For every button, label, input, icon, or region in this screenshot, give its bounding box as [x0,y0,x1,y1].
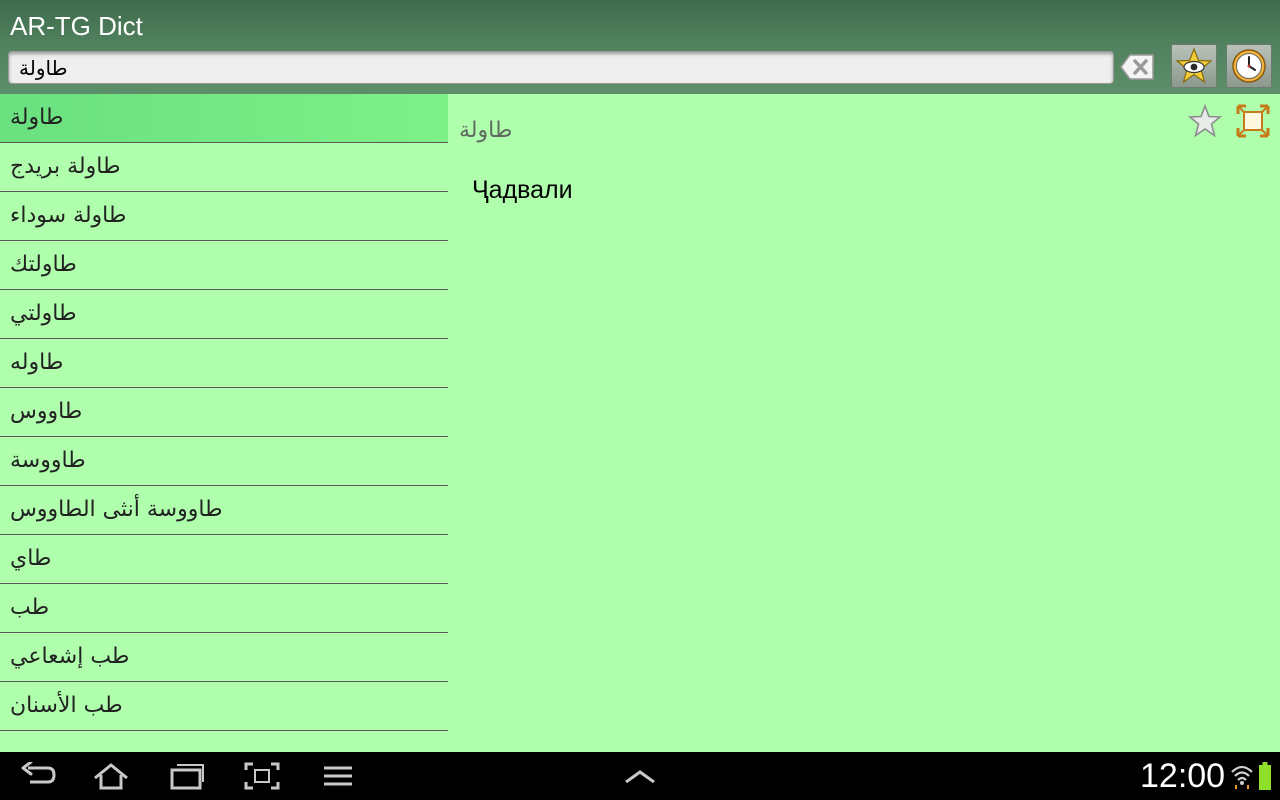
star-eye-icon [1175,47,1213,84]
word-list[interactable]: طاولة طاولة بريدج طاولة سوداء طاولتك طاو… [0,94,448,752]
status-clock: 12:00 [1140,757,1226,795]
app-header: AR-TG Dict [0,0,1280,94]
app-title: AR-TG Dict [10,11,143,41]
system-navigation-bar: 12:00 [0,752,1280,800]
detail-pane: طاولة Ҷадвали [448,94,1280,752]
entry-headword: طاولة [459,118,513,143]
recent-apps-icon[interactable] [169,762,205,790]
star-outline-icon [1187,103,1223,138]
list-item[interactable]: طاووس [0,388,448,437]
favorites-button[interactable] [1171,44,1217,88]
add-favorite-button[interactable] [1187,103,1223,138]
list-item[interactable]: طاولة سوداء [0,192,448,241]
battery-icon [1259,762,1271,790]
list-item[interactable]: طاوله [0,339,448,388]
list-item[interactable]: طب [0,584,448,633]
entry-translation: Ҷадвали [472,176,573,204]
list-item[interactable]: طاولة [0,94,448,143]
list-item[interactable]: طاووسة [0,437,448,486]
clock-icon [1232,49,1266,83]
search-input[interactable] [8,51,1114,84]
history-button[interactable] [1226,44,1272,88]
list-item[interactable]: طاووسة أنثى الطاووس [0,486,448,535]
list-item[interactable]: طب الأسنان [0,682,448,731]
list-item[interactable]: طاولتي [0,290,448,339]
back-icon[interactable] [20,762,56,790]
fullscreen-icon [1236,104,1270,138]
up-chevron-icon[interactable] [622,762,658,790]
screenshot-icon[interactable] [244,762,280,790]
fullscreen-button[interactable] [1236,104,1270,138]
list-item[interactable]: طاي [0,535,448,584]
home-icon[interactable] [93,762,129,790]
menu-icon[interactable] [320,762,356,790]
list-item[interactable]: طب إشعاعي [0,633,448,682]
clear-text-icon [1120,54,1154,80]
clear-button[interactable] [1120,52,1156,82]
list-item[interactable]: طاولتك [0,241,448,290]
wifi-icon [1231,765,1253,789]
list-item[interactable]: طاولة بريدج [0,143,448,192]
